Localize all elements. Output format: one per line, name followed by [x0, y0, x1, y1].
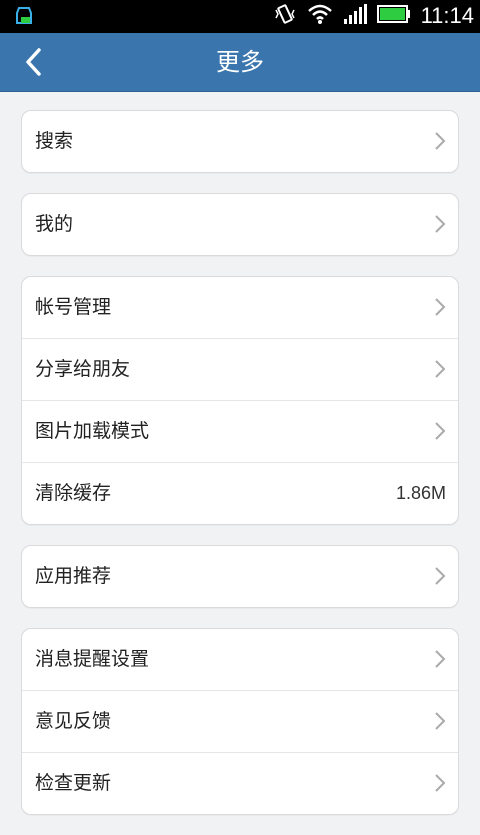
chevron-right-icon [435, 567, 446, 585]
title-bar: 更多 [0, 33, 480, 92]
menu-item-label: 帐号管理 [35, 296, 112, 318]
menu-item-label: 图片加载模式 [35, 420, 150, 442]
vibrate-icon [273, 2, 297, 30]
settings-group-mine: 我的 [21, 193, 459, 256]
menu-item-label: 搜索 [35, 130, 74, 152]
signal-icon [343, 3, 367, 29]
cache-size-value: 1.86M [395, 483, 446, 503]
menu-item-image-loading-mode[interactable]: 图片加载模式 [22, 400, 458, 462]
chevron-right-icon [435, 712, 446, 730]
menu-item-feedback[interactable]: 意见反馈 [22, 690, 458, 752]
menu-item-clear-cache[interactable]: 清除缓存 1.86M [22, 462, 458, 524]
chevron-right-icon [435, 360, 446, 378]
menu-item-account-management[interactable]: 帐号管理 [22, 277, 458, 338]
settings-group-search: 搜索 [21, 110, 459, 173]
menu-item-label: 检查更新 [35, 772, 112, 794]
menu-item-label: 清除缓存 [35, 482, 112, 504]
menu-item-label: 消息提醒设置 [35, 648, 150, 670]
chevron-right-icon [435, 298, 446, 316]
status-bar: 11:14 [0, 0, 480, 33]
chevron-right-icon [435, 215, 446, 233]
menu-item-notification-settings[interactable]: 消息提醒设置 [22, 629, 458, 690]
menu-item-label: 我的 [35, 213, 74, 235]
settings-group-recommend: 应用推荐 [21, 545, 459, 608]
chevron-right-icon [435, 774, 446, 792]
menu-item-app-recommend[interactable]: 应用推荐 [22, 546, 458, 607]
menu-item-mine[interactable]: 我的 [22, 194, 458, 255]
settings-list: 搜索 我的 帐号管理 分享给朋友 图片加载模式 清除缓存 1.86M 应用推荐 [21, 110, 459, 835]
wifi-icon [307, 3, 333, 29]
menu-item-check-update[interactable]: 检查更新 [22, 752, 458, 814]
menu-item-label: 分享给朋友 [35, 358, 131, 380]
chevron-right-icon [435, 132, 446, 150]
settings-group-misc: 消息提醒设置 意见反馈 检查更新 [21, 628, 459, 815]
menu-item-label: 意见反馈 [35, 710, 112, 732]
menu-item-share-to-friends[interactable]: 分享给朋友 [22, 338, 458, 400]
app-notification-icon [12, 4, 36, 28]
chevron-right-icon [435, 422, 446, 440]
battery-icon [376, 5, 411, 27]
chevron-right-icon [435, 650, 446, 668]
settings-group-account: 帐号管理 分享给朋友 图片加载模式 清除缓存 1.86M [21, 276, 459, 525]
menu-item-label: 应用推荐 [35, 565, 112, 587]
page-title: 更多 [216, 48, 264, 76]
menu-item-search[interactable]: 搜索 [22, 111, 458, 172]
status-time: 11:14 [420, 3, 474, 28]
